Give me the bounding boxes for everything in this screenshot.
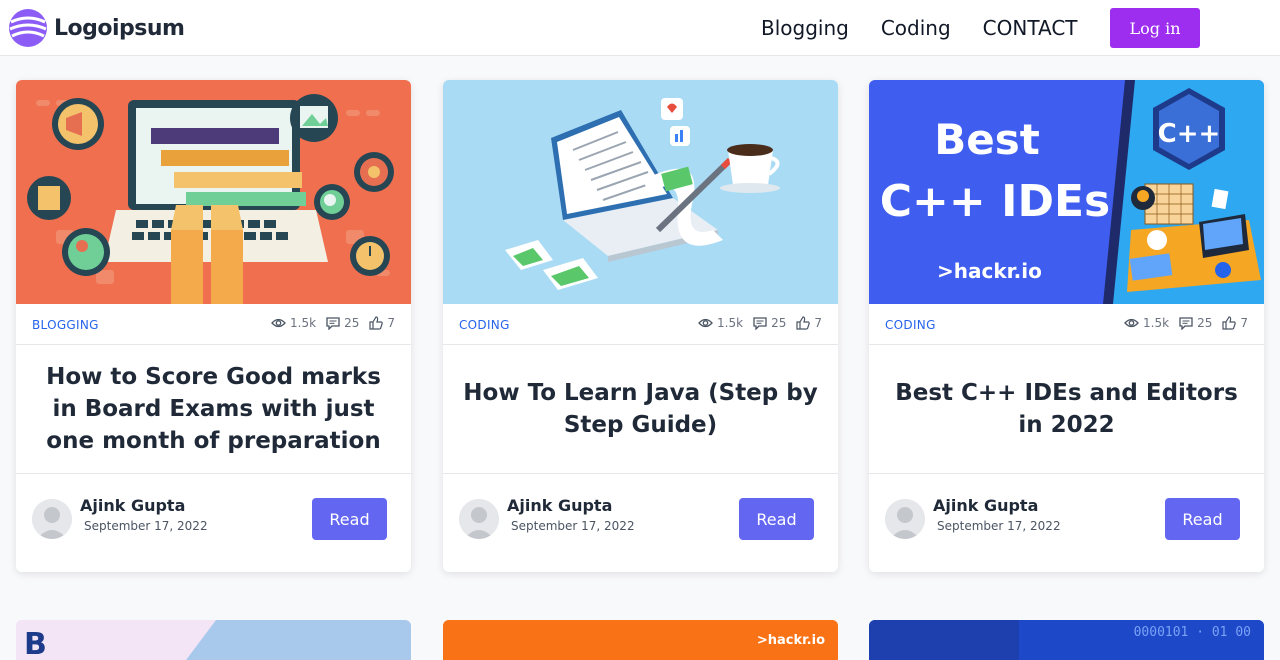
author-name: Ajink Gupta (933, 496, 1039, 515)
author-row: Ajink Gupta September 17, 2022 Read (16, 474, 411, 572)
post-title-box: Best C++ IDEs and Editors in 2022 (869, 345, 1264, 474)
post-title[interactable]: How to Score Good marks in Board Exams w… (34, 361, 393, 457)
post-thumbnail-partial-icon: B (16, 620, 411, 660)
post-title[interactable]: How To Learn Java (Step by Step Guide) (461, 377, 820, 441)
views-count: 1.5k (1143, 316, 1170, 330)
post-thumbnail-partial-icon: 0000101 · 01 00 (869, 620, 1264, 660)
read-button[interactable]: Read (1165, 498, 1240, 540)
views-stat: 1.5k (1124, 316, 1169, 330)
post-stats: 1.5k 25 7 (698, 316, 822, 330)
partial-card-text: B (24, 627, 47, 660)
post-meta: CODING 1.5k 25 7 (869, 304, 1264, 345)
comments-count: 25 (1197, 316, 1213, 330)
thumbs-up-icon (796, 316, 811, 330)
avatar (32, 499, 72, 539)
post-date: September 17, 2022 (937, 519, 1061, 533)
logo-text: Logoipsum (54, 15, 185, 41)
likes-count: 7 (1240, 316, 1248, 330)
post-card[interactable]: CODING 1.5k 25 7 How To Learn Java (Step… (443, 80, 838, 572)
cpp-ide-illustration-icon: Best C++ IDEs >hackr.io C++ (869, 80, 1264, 304)
comments-stat: 25 (1179, 316, 1212, 330)
likes-stat: 7 (1222, 316, 1248, 330)
top-navbar: Logoipsum Blogging Coding CONTACT Log in (0, 0, 1280, 56)
post-title[interactable]: Best C++ IDEs and Editors in 2022 (887, 377, 1246, 441)
views-count: 1.5k (290, 316, 317, 330)
comments-stat: 25 (753, 316, 786, 330)
eye-icon (698, 318, 713, 328)
eye-icon (1124, 318, 1139, 328)
likes-stat: 7 (369, 316, 395, 330)
category-tag[interactable]: CODING (885, 318, 936, 332)
user-avatar-icon (32, 499, 72, 539)
comment-icon (326, 316, 340, 330)
comments-stat: 25 (326, 316, 359, 330)
avatar (459, 499, 499, 539)
comment-icon (1179, 316, 1193, 330)
post-meta: CODING 1.5k 25 7 (443, 304, 838, 345)
likes-count: 7 (387, 316, 395, 330)
read-button[interactable]: Read (312, 498, 387, 540)
post-card-partial[interactable]: >hackr.io (443, 620, 838, 660)
nav-link-contact[interactable]: CONTACT (983, 16, 1078, 40)
post-meta: BLOGGING 1.5k 25 7 (16, 304, 411, 345)
logo-mark-icon (9, 9, 47, 47)
post-card-partial[interactable]: 0000101 · 01 00 (869, 620, 1264, 660)
eye-icon (271, 318, 286, 328)
author-name: Ajink Gupta (80, 496, 186, 515)
post-card-partial[interactable]: B (16, 620, 411, 660)
category-tag[interactable]: BLOGGING (32, 318, 99, 332)
nav-link-blogging[interactable]: Blogging (761, 16, 849, 40)
logo[interactable]: Logoipsum (8, 8, 185, 48)
thumbs-up-icon (369, 316, 384, 330)
post-stats: 1.5k 25 7 (1124, 316, 1248, 330)
post-date: September 17, 2022 (84, 519, 208, 533)
read-button[interactable]: Read (739, 498, 814, 540)
banner-line-2: C++ IDEs (880, 176, 1110, 227)
post-date: September 17, 2022 (511, 519, 635, 533)
post-title-box: How To Learn Java (Step by Step Guide) (443, 345, 838, 474)
nav-links: Blogging Coding CONTACT (745, 0, 1094, 56)
post-thumbnail[interactable]: Best C++ IDEs >hackr.io C++ (869, 80, 1264, 304)
user-avatar-icon (459, 499, 499, 539)
partial-card-text: >hackr.io (757, 633, 825, 648)
partial-card-text: 0000101 · 01 00 (1134, 625, 1251, 640)
comments-count: 25 (344, 316, 360, 330)
post-thumbnail[interactable] (443, 80, 838, 304)
post-title-box: How to Score Good marks in Board Exams w… (16, 345, 411, 474)
views-count: 1.5k (717, 316, 744, 330)
post-thumbnail-partial-icon: >hackr.io (443, 620, 838, 660)
avatar (885, 499, 925, 539)
views-stat: 1.5k (698, 316, 743, 330)
thumbs-up-icon (1222, 316, 1237, 330)
nav-link-coding[interactable]: Coding (881, 16, 951, 40)
likes-count: 7 (814, 316, 822, 330)
post-stats: 1.5k 25 7 (271, 316, 395, 330)
comments-count: 25 (771, 316, 787, 330)
author-row: Ajink Gupta September 17, 2022 Read (443, 474, 838, 572)
login-button[interactable]: Log in (1110, 8, 1200, 48)
likes-stat: 7 (796, 316, 822, 330)
banner-line-1: Best (934, 115, 1040, 164)
comment-icon (753, 316, 767, 330)
post-card[interactable]: BLOGGING 1.5k 25 7 How to Score Good mar… (16, 80, 411, 572)
author-name: Ajink Gupta (507, 496, 613, 515)
java-laptop-illustration-icon (443, 80, 838, 304)
banner-brand: >hackr.io (937, 259, 1042, 283)
author-row: Ajink Gupta September 17, 2022 Read (869, 474, 1264, 572)
exam-laptop-illustration-icon (16, 80, 411, 304)
category-tag[interactable]: CODING (459, 318, 510, 332)
cpp-logo-text: C++ (1158, 119, 1221, 149)
views-stat: 1.5k (271, 316, 316, 330)
post-card[interactable]: Best C++ IDEs >hackr.io C++ CODING 1.5k … (869, 80, 1264, 572)
post-thumbnail[interactable] (16, 80, 411, 304)
user-avatar-icon (885, 499, 925, 539)
